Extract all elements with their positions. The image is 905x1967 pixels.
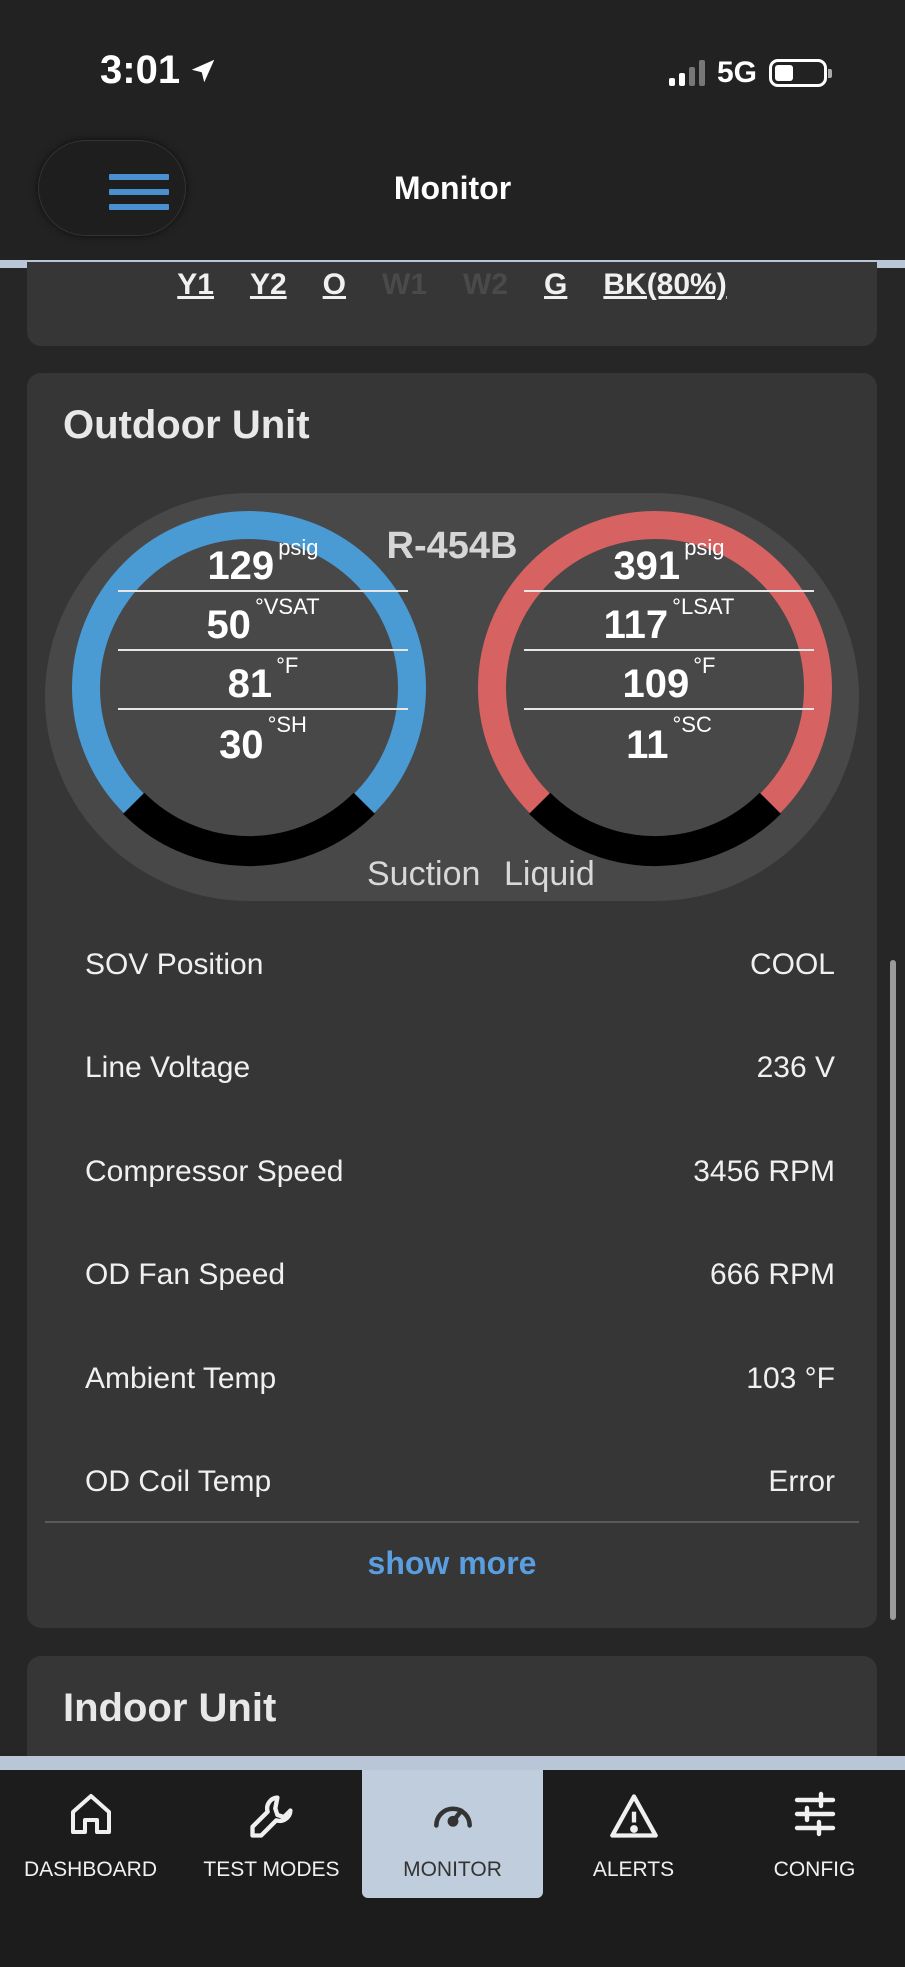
nav-monitor-label: MONITOR	[403, 1858, 502, 1881]
scrollbar[interactable]	[890, 960, 896, 1620]
nav-test-modes[interactable]: TEST MODES	[181, 1770, 362, 1898]
detail-value: COOL	[749, 947, 835, 981]
nav-alerts-label: ALERTS	[592, 1858, 675, 1881]
indoor-unit-card: Indoor Unit	[27, 1656, 877, 1756]
call-indicator: Y2	[249, 268, 287, 301]
detail-label: Ambient Temp	[85, 1361, 277, 1395]
liquid-gauge-base	[529, 792, 781, 867]
call-indicator: O	[322, 268, 347, 301]
superheat-unit: °SH	[267, 712, 307, 737]
network-type: 5G	[716, 56, 757, 89]
suction-pressure-unit: psig	[278, 535, 319, 560]
sliders-icon	[794, 1791, 835, 1837]
subcooling-value: 11	[626, 723, 669, 767]
detail-value: 666 RPM	[709, 1258, 835, 1292]
indoor-unit-title: Indoor Unit	[63, 1686, 277, 1730]
suction-sat-value: 50	[206, 603, 251, 647]
status-time: 3:01	[100, 48, 218, 93]
nav-monitor[interactable]: MONITOR	[362, 1770, 543, 1898]
detail-row: Ambient Temp 103 °F	[85, 1327, 835, 1431]
detail-value: Error	[768, 1465, 835, 1499]
detail-value: 236 V	[756, 1051, 835, 1085]
detail-row: Line Voltage 236 V	[85, 1017, 835, 1121]
warning-icon	[609, 1794, 658, 1838]
detail-label: OD Coil Temp	[85, 1465, 272, 1499]
detail-row: OD Fan Speed 666 RPM	[85, 1224, 835, 1328]
nav-dashboard[interactable]: DASHBOARD	[0, 1770, 181, 1898]
nav-dashboard-label: DASHBOARD	[23, 1858, 158, 1881]
suction-gauge: 129 psig 50 °VSAT 81 °F 30 °SH	[118, 533, 408, 769]
liquid-pressure-value: 391	[613, 544, 681, 588]
call-indicator: G	[544, 268, 568, 301]
nav-config[interactable]: CONFIG	[724, 1770, 905, 1898]
outdoor-unit-title: Outdoor Unit	[63, 403, 310, 447]
liquid-temp-value: 109	[622, 662, 690, 706]
liquid-temperature: 109 °F	[524, 651, 814, 710]
suction-pressure-value: 129	[207, 544, 275, 588]
subcooling-unit: °SC	[672, 712, 712, 737]
suction-label: Suction	[367, 855, 481, 893]
liquid-temp-unit: °F	[693, 653, 716, 678]
detail-row: SOV Position COOL	[85, 913, 835, 1017]
outdoor-details: SOV Position COOL Line Voltage 236 V Compres…	[85, 913, 835, 1534]
card-divider	[45, 1521, 859, 1523]
nav-divider	[0, 1756, 905, 1770]
page-title: Monitor	[393, 170, 512, 206]
app-header: Monitor	[0, 130, 905, 260]
status-indicators: 5G	[668, 56, 832, 90]
call-indicator: W2	[463, 268, 509, 301]
gauge-icon	[433, 1806, 472, 1828]
detail-value: 3456 RPM	[693, 1154, 835, 1188]
liquid-pressure-unit: psig	[684, 535, 725, 560]
liquid-gauge: 391 psig 117 °LSAT 109 °F 11 °SC	[524, 533, 814, 769]
nav-test-modes-label: TEST MODES	[203, 1858, 340, 1881]
nav-alerts[interactable]: ALERTS	[543, 1770, 724, 1898]
detail-label: Compressor Speed	[85, 1154, 344, 1188]
show-more-link[interactable]: show more	[27, 1545, 877, 1582]
detail-label: Line Voltage	[85, 1051, 251, 1085]
suction-temperature: 81 °F	[118, 651, 408, 710]
superheat: 30 °SH	[118, 710, 408, 769]
subcooling: 11 °SC	[524, 710, 814, 769]
detail-label: SOV Position	[85, 947, 264, 981]
wrench-icon	[249, 1795, 293, 1838]
outdoor-unit-card: Outdoor Unit R-454B 129 psig 50 °VSAT 81…	[27, 373, 877, 1628]
suction-temp-value: 81	[227, 662, 273, 706]
detail-row: Compressor Speed 3456 RPM	[85, 1120, 835, 1224]
nav-config-label: CONFIG	[773, 1858, 856, 1881]
thermostat-card: Y1 Y2 O W1 W2 G BK(80%)	[27, 262, 877, 346]
call-indicator: W1	[382, 268, 428, 301]
thermostat-calls: Y1 Y2 O W1 W2 G BK(80%)	[27, 268, 877, 302]
liquid-sat-unit: °LSAT	[672, 594, 735, 619]
signal-strength-icon	[668, 60, 705, 86]
liquid-sat-value: 117	[603, 603, 669, 647]
home-icon	[70, 1794, 111, 1834]
location-arrow-icon	[191, 59, 215, 82]
suction-pressure: 129 psig	[118, 533, 408, 592]
bottom-nav: DASHBOARD TEST MODES MONITOR ALERTS CONF…	[0, 1770, 905, 1967]
suction-temp-unit: °F	[276, 653, 299, 678]
detail-value: 103 °F	[746, 1361, 835, 1395]
liquid-label: Liquid	[504, 855, 595, 893]
liquid-saturation: 117 °LSAT	[524, 592, 814, 651]
clock-text: 3:01	[100, 48, 181, 92]
detail-label: OD Fan Speed	[85, 1258, 286, 1292]
detail-row: OD Coil Temp Error	[85, 1431, 835, 1535]
call-indicator: Y1	[177, 268, 214, 301]
suction-saturation: 50 °VSAT	[118, 592, 408, 651]
suction-sat-unit: °VSAT	[254, 594, 320, 619]
status-bar: 3:01 5G	[0, 0, 905, 130]
pressure-gauges: R-454B 129 psig 50 °VSAT 81 °F 30 °SH 39…	[45, 493, 859, 901]
liquid-pressure: 391 psig	[524, 533, 814, 592]
suction-gauge-base	[123, 792, 375, 867]
call-indicator: BK(80%)	[603, 268, 727, 301]
battery-icon	[769, 59, 832, 87]
superheat-value: 30	[219, 723, 264, 767]
